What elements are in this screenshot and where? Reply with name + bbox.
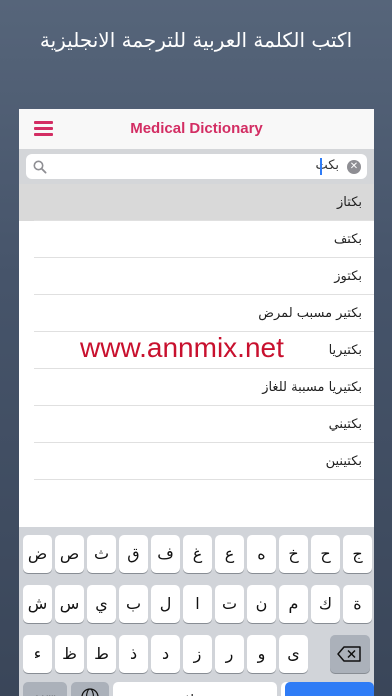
list-item-label: بكتيني: [328, 417, 362, 432]
search-input-value: بكت: [315, 158, 339, 173]
key[interactable]: ح: [311, 535, 340, 573]
backspace-key[interactable]: [330, 635, 370, 673]
key[interactable]: ث: [87, 535, 116, 573]
list-item[interactable]: بكتيني: [19, 406, 374, 443]
key[interactable]: ل: [151, 585, 180, 623]
list-item[interactable]: بكتف: [19, 221, 374, 258]
arabic-keyboard: ض ص ث ق ف غ ع ه خ ح ج ش س ي ب ل ا ت ن م …: [19, 527, 374, 696]
key[interactable]: ب: [119, 585, 148, 623]
key[interactable]: ص: [55, 535, 84, 573]
key[interactable]: ء: [23, 635, 52, 673]
search-icon: [33, 160, 47, 174]
key[interactable]: و: [247, 635, 276, 673]
key[interactable]: ا: [183, 585, 212, 623]
key[interactable]: ض: [23, 535, 52, 573]
list-item[interactable]: بكتينين: [19, 443, 374, 480]
key[interactable]: ى: [279, 635, 308, 673]
list-item-label: بكتيريا: [328, 343, 362, 358]
promo-caption: اكتب الكلمة العربية للترجمة الانجليزية: [39, 28, 353, 52]
list-item[interactable]: بكتيريا مسببة للغاز: [19, 369, 374, 406]
watermark-text: www.annmix.net: [80, 332, 284, 363]
search-return-key[interactable]: بحث: [285, 682, 374, 696]
key[interactable]: د: [151, 635, 180, 673]
key[interactable]: ظ: [55, 635, 84, 673]
key[interactable]: ذ: [119, 635, 148, 673]
list-item-label: بكتاز: [337, 195, 362, 210]
list-item-label: بكتوز: [334, 269, 362, 284]
globe-key[interactable]: [71, 682, 109, 696]
key[interactable]: ع: [215, 535, 244, 573]
key[interactable]: ك: [311, 585, 340, 623]
text-cursor: [320, 158, 322, 175]
key[interactable]: س: [55, 585, 84, 623]
key[interactable]: خ: [279, 535, 308, 573]
search-input[interactable]: بكت ✕: [26, 154, 367, 179]
key[interactable]: ف: [151, 535, 180, 573]
key[interactable]: ط: [87, 635, 116, 673]
list-item-label: بكتير مسبب لمرض: [258, 306, 362, 321]
navigation-bar: Medical Dictionary: [19, 109, 374, 149]
key[interactable]: ر: [215, 635, 244, 673]
list-item[interactable]: بكتوز: [19, 258, 374, 295]
space-key[interactable]: مسافة: [113, 682, 277, 696]
key[interactable]: ه: [247, 535, 276, 573]
row-divider: [34, 479, 374, 480]
app-title: Medical Dictionary: [130, 120, 263, 137]
key[interactable]: ج: [343, 535, 372, 573]
key[interactable]: ة: [343, 585, 372, 623]
key[interactable]: غ: [183, 535, 212, 573]
key[interactable]: ش: [23, 585, 52, 623]
search-bar: بكت ✕: [19, 149, 374, 184]
numbers-key[interactable]: ١٢٣: [23, 682, 67, 696]
key[interactable]: ي: [87, 585, 116, 623]
list-item[interactable]: بكتاز: [19, 184, 374, 221]
list-item[interactable]: بكتير مسبب لمرض: [19, 295, 374, 332]
key[interactable]: ق: [119, 535, 148, 573]
list-item-label: بكتينين: [325, 454, 362, 469]
key[interactable]: م: [279, 585, 308, 623]
clear-icon[interactable]: ✕: [347, 160, 361, 174]
key[interactable]: ز: [183, 635, 212, 673]
key[interactable]: ت: [215, 585, 244, 623]
backspace-icon: [337, 646, 361, 662]
list-item-label: بكتف: [333, 232, 362, 247]
key[interactable]: ن: [247, 585, 276, 623]
globe-icon: [81, 688, 99, 696]
list-item-label: بكتيريا مسببة للغاز: [262, 380, 362, 395]
